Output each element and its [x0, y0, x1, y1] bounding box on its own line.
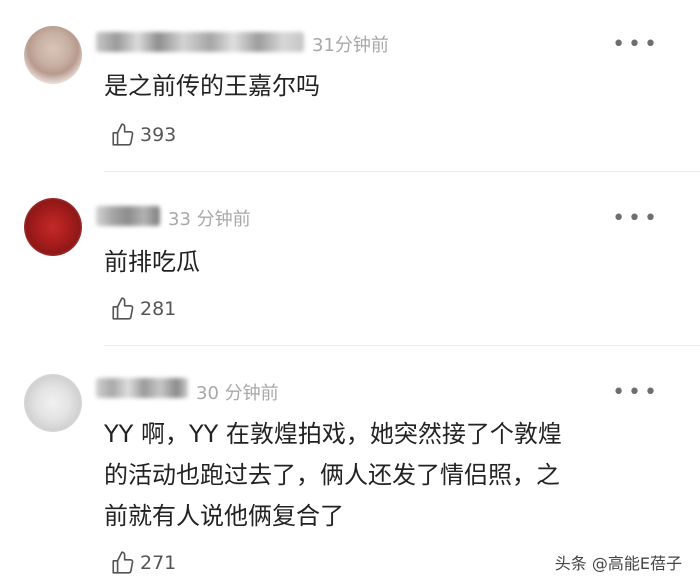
like-count: 393: [140, 124, 177, 146]
watermark: 头条 @高能E蓓子: [554, 554, 682, 573]
like-button[interactable]: 393: [110, 122, 176, 148]
comment-text-line: YY 啊，YY 在敦煌拍戏，她突然接了个敦煌: [104, 420, 562, 448]
like-button[interactable]: 281: [110, 296, 176, 322]
comment-text-line: 的活动也跑过去了，俩人还发了情侣照，之: [104, 461, 560, 489]
comment-text-line: 前就有人说他俩复合了: [104, 502, 344, 530]
username-blurred[interactable]: [96, 32, 304, 52]
comment-text: 前排吃瓜: [104, 242, 664, 283]
comment-timestamp: 33 分钟前: [168, 209, 251, 230]
thumbs-up-icon: [112, 123, 134, 146]
like-count: 271: [140, 552, 177, 574]
comment-text: 是之前传的王嘉尔吗: [104, 66, 664, 107]
thumbs-up-icon: [112, 551, 134, 574]
comment-timestamp: 31分钟前: [312, 35, 389, 56]
more-options-button[interactable]: •••: [612, 34, 660, 56]
thumbs-up-icon: [112, 297, 134, 320]
like-button[interactable]: 271: [110, 550, 176, 576]
avatar[interactable]: [24, 374, 82, 432]
comment-item-1: 31分钟前 ••• 是之前传的王嘉尔吗 393: [0, 0, 700, 170]
comment-text-line: 前排吃瓜: [104, 248, 200, 276]
more-options-button[interactable]: •••: [612, 382, 660, 404]
comment-text: YY 啊，YY 在敦煌拍戏，她突然接了个敦煌 的活动也跑过去了，俩人还发了情侣照…: [104, 414, 664, 537]
like-count: 281: [140, 298, 177, 320]
username-blurred[interactable]: [96, 206, 160, 226]
comment-timestamp: 30 分钟前: [196, 383, 279, 404]
avatar[interactable]: [24, 26, 82, 84]
avatar[interactable]: [24, 198, 82, 256]
username-blurred[interactable]: [96, 378, 188, 398]
comment-text-line: 是之前传的王嘉尔吗: [104, 72, 320, 100]
comment-item-2: 33 分钟前 ••• 前排吃瓜 281: [0, 172, 700, 342]
more-options-button[interactable]: •••: [612, 208, 660, 230]
